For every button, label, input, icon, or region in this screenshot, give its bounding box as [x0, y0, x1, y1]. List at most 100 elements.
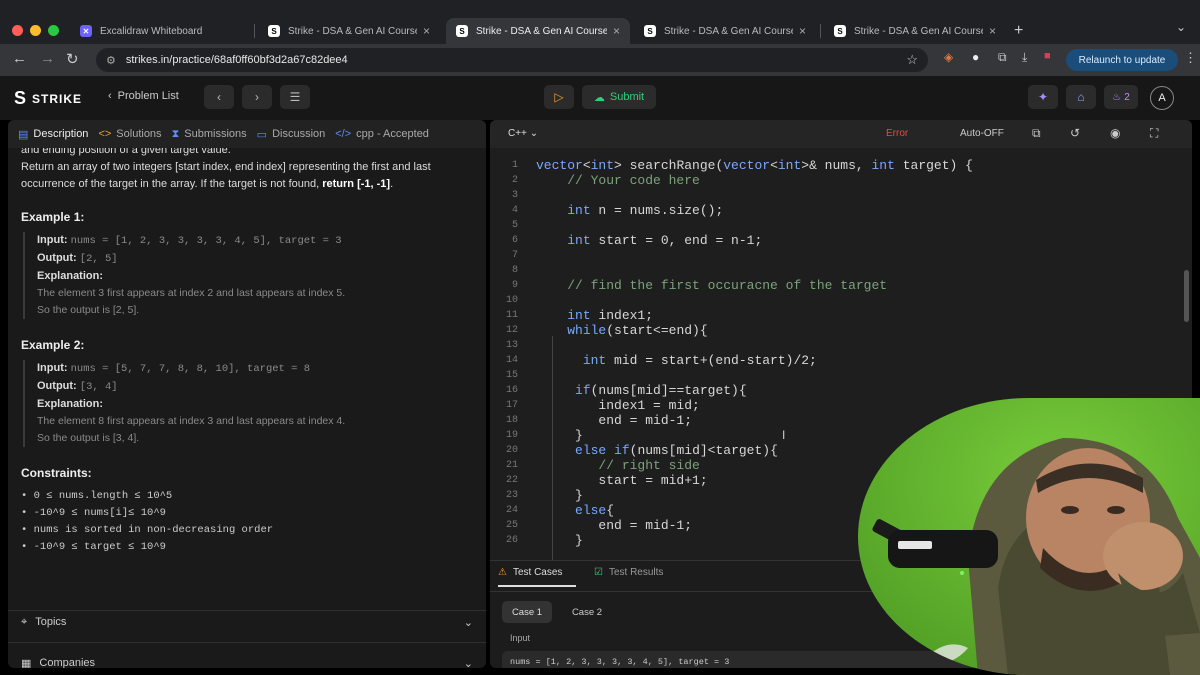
auto-off-toggle[interactable]: Auto-OFF: [960, 128, 1004, 139]
browser-tab[interactable]: ✕ Excalidraw Whiteboard: [70, 18, 250, 44]
browser-tab[interactable]: S Strike - DSA & Gen AI Course ×: [258, 18, 440, 44]
webcam-overlay: [858, 398, 1200, 675]
tab-discussion[interactable]: ▭ Discussion: [257, 128, 326, 141]
strike-logo[interactable]: S STRIKE: [14, 88, 82, 109]
store-button[interactable]: ⌂: [1066, 85, 1096, 109]
close-tab-icon[interactable]: ×: [799, 24, 806, 38]
code-text: }: [536, 533, 583, 548]
tab-search-chevron-icon[interactable]: ⌄: [1176, 20, 1186, 34]
problem-list-button[interactable]: ☰: [280, 85, 310, 109]
extension-circle-icon[interactable]: ●: [972, 50, 979, 64]
avatar[interactable]: A: [1150, 86, 1174, 110]
close-tab-icon[interactable]: ×: [613, 24, 620, 38]
reset-icon[interactable]: ↺: [1070, 126, 1080, 140]
ai-assistant-button[interactable]: ✦: [1028, 85, 1058, 109]
tab-test-cases[interactable]: ⚠ Test Cases: [498, 567, 562, 578]
strike-favicon-icon: S: [456, 25, 468, 37]
case-2-button[interactable]: Case 2: [562, 601, 612, 623]
line-number: 11: [505, 310, 518, 321]
maximize-window-button[interactable]: [48, 25, 59, 36]
next-problem-button[interactable]: ›: [242, 85, 272, 109]
indent-guide: [552, 336, 553, 560]
minimize-window-button[interactable]: [30, 25, 41, 36]
line-number: 25: [505, 520, 518, 531]
companies-accordion[interactable]: ▦ Companies ⌄: [21, 654, 473, 668]
play-icon: ▷: [554, 90, 564, 104]
list-icon: ☰: [289, 90, 301, 104]
reload-icon[interactable]: ↻: [66, 50, 79, 68]
tab-accepted-submission[interactable]: </> cpp - Accepted: [335, 128, 429, 140]
address-bar[interactable]: ⚙ strikes.in/practice/68af0ff60bf3d2a67c…: [96, 48, 928, 72]
editor-scrollbar[interactable]: [1184, 270, 1189, 322]
tab-submissions[interactable]: ⧗ Submissions: [172, 128, 247, 141]
chat-icon: ▭: [256, 128, 268, 141]
case-1-button[interactable]: Case 1: [502, 601, 552, 623]
checkbox-icon: ☑: [594, 567, 603, 578]
fullscreen-icon[interactable]: ⛶: [1150, 126, 1158, 141]
new-tab-icon[interactable]: +: [1014, 22, 1023, 40]
run-button[interactable]: ▷: [544, 85, 574, 109]
code-text: while(start<=end){: [567, 323, 708, 338]
line-number: 9: [511, 280, 518, 291]
editor-toolbar: C++ ⌄ Error Auto-OFF ⧉ ↺ ◉ ⛶: [490, 120, 1192, 148]
bookmark-star-icon[interactable]: ☆: [906, 52, 918, 68]
code-text: }: [536, 488, 583, 503]
webcam-video: [858, 398, 1200, 675]
line-number: 26: [505, 535, 518, 546]
problem-list-link[interactable]: ‹ Problem List: [108, 90, 179, 102]
line-number: 18: [505, 415, 518, 426]
constraints-list: • 0 ≤ nums.length ≤ 10^5 • -10^9 ≤ nums[…: [21, 488, 476, 556]
input-label: Input: [510, 633, 531, 643]
tab-description[interactable]: ▤ Description: [18, 128, 88, 141]
close-window-button[interactable]: [12, 25, 23, 36]
chevron-left-icon: ‹: [217, 90, 221, 104]
code-text: start = mid+1;: [536, 473, 708, 488]
close-tab-icon[interactable]: ×: [989, 24, 996, 38]
error-indicator: Error: [886, 128, 909, 139]
problem-description: and ending position of a given target va…: [21, 138, 476, 556]
tab-solutions[interactable]: <> Solutions: [98, 128, 161, 140]
language-select[interactable]: C++ ⌄: [508, 128, 538, 139]
browser-toolbar: ← → ↻ ⚙ strikes.in/practice/68af0ff60bf3…: [0, 44, 1200, 76]
copy-icon[interactable]: ⧉: [1032, 126, 1041, 141]
line-number: 16: [505, 385, 518, 396]
forward-arrow-icon[interactable]: →: [40, 50, 55, 67]
sparkle-icon: ✦: [1037, 90, 1049, 104]
line-number: 21: [505, 460, 518, 471]
code-text: }: [536, 428, 583, 443]
extension-icon[interactable]: ◈: [944, 50, 953, 64]
chevron-down-icon: ⌄: [463, 616, 473, 629]
flask-icon: ⚠: [498, 567, 507, 578]
code-text: int mid = start+(end-start)/2;: [582, 353, 817, 368]
prev-problem-button[interactable]: ‹: [204, 85, 234, 109]
download-icon[interactable]: ⤓: [1022, 50, 1027, 65]
close-tab-icon[interactable]: ×: [423, 24, 430, 38]
constraint-item: • -10^9 ≤ target ≤ 10^9: [21, 541, 166, 553]
eye-icon[interactable]: ◉: [1110, 126, 1120, 140]
back-arrow-icon[interactable]: ←: [12, 50, 27, 67]
line-number: 23: [505, 490, 518, 501]
site-settings-icon[interactable]: ⚙: [106, 54, 116, 67]
bank-icon: ⌂: [1077, 90, 1085, 104]
code-text: end = mid-1;: [536, 413, 693, 428]
code-text: if(nums[mid]==target){: [575, 383, 747, 398]
streak-badge[interactable]: ♨ 2: [1104, 85, 1138, 109]
line-number: 2: [511, 175, 518, 186]
chevron-down-icon: ⌄: [529, 128, 539, 139]
line-number: 1: [511, 160, 518, 171]
relaunch-button[interactable]: Relaunch to update: [1066, 49, 1178, 71]
profile-icon[interactable]: ■: [1044, 50, 1051, 62]
line-number: 4: [511, 205, 518, 216]
strike-favicon-icon: S: [644, 25, 656, 37]
cloud-upload-icon: ☁: [593, 91, 605, 104]
submit-button[interactable]: ☁ Submit: [582, 85, 656, 109]
tag-icon: ⌖: [21, 615, 28, 628]
topics-accordion[interactable]: ⌖ Topics ⌄: [21, 613, 473, 631]
extensions-puzzle-icon[interactable]: ⧉: [998, 50, 1007, 65]
text-cursor-icon: I: [782, 428, 786, 442]
more-menu-icon[interactable]: ⋮: [1184, 50, 1197, 66]
browser-tab[interactable]: S Strike - DSA & Gen AI Course ×: [634, 18, 816, 44]
browser-tab[interactable]: S Strike - DSA & Gen AI Course ×: [824, 18, 1006, 44]
tab-test-results[interactable]: ☑ Test Results: [594, 567, 663, 578]
browser-tab-active[interactable]: S Strike - DSA & Gen AI Course ×: [446, 18, 630, 44]
